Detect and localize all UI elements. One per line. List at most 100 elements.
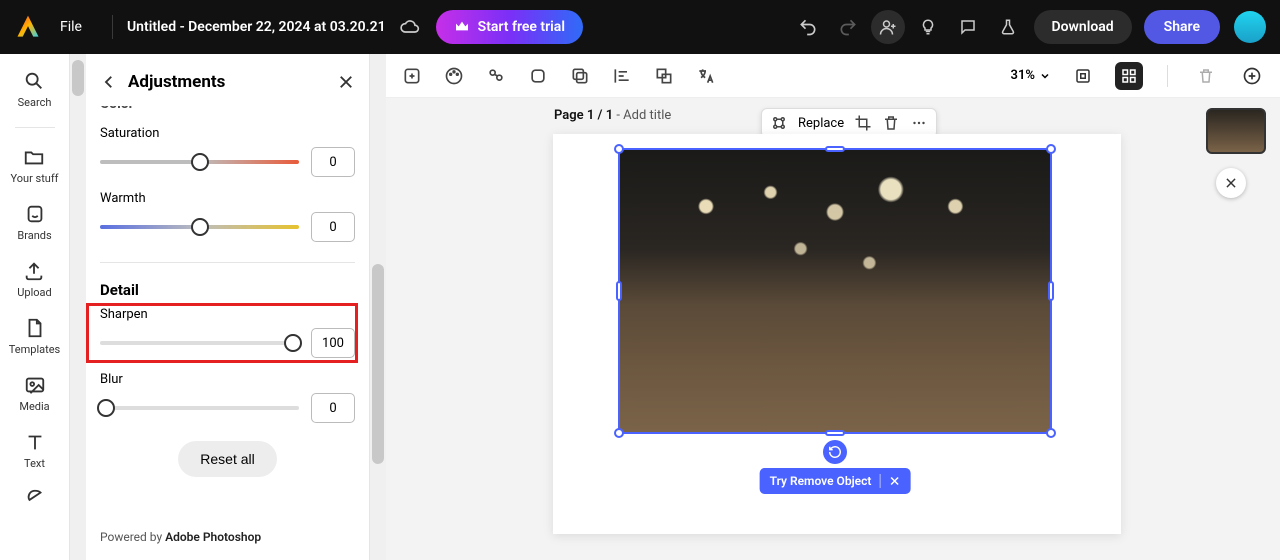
add-icon[interactable] — [1238, 62, 1266, 90]
rail-upload[interactable]: Upload — [17, 260, 51, 299]
lightbulb-icon[interactable] — [911, 10, 945, 44]
resize-handle[interactable] — [616, 281, 622, 301]
comment-icon[interactable] — [951, 10, 985, 44]
back-icon[interactable] — [100, 73, 118, 91]
canvas-toolbar: 31% — [386, 54, 1280, 98]
warmth-value[interactable]: 0 — [311, 212, 355, 242]
rotate-handle[interactable] — [823, 440, 847, 464]
templates-icon — [24, 317, 46, 339]
document-title[interactable]: Untitled - December 22, 2024 at 03.20.21 — [127, 19, 386, 35]
divider — [100, 262, 355, 263]
shadow-icon[interactable] — [568, 64, 592, 88]
blur-slider[interactable] — [100, 406, 299, 410]
user-avatar[interactable] — [1234, 11, 1266, 43]
topbar: File Untitled - December 22, 2024 at 03.… — [0, 0, 1280, 54]
warmth-slider[interactable] — [100, 225, 299, 229]
upload-icon — [23, 260, 45, 282]
add-page-icon[interactable] — [400, 64, 424, 88]
warmth-label: Warmth — [100, 191, 355, 206]
resize-handle[interactable] — [1046, 144, 1056, 154]
crop-icon[interactable] — [854, 114, 872, 132]
resize-handle[interactable] — [614, 144, 624, 154]
powered-by: Powered by Adobe Photoshop — [86, 514, 369, 560]
align-icon[interactable] — [610, 64, 634, 88]
rail-media[interactable]: Media — [19, 374, 49, 413]
file-menu[interactable]: File — [60, 19, 82, 35]
close-panel-icon[interactable] — [337, 73, 355, 91]
rail-yourstuff[interactable]: Your stuff — [10, 146, 58, 185]
rail-label: Templates — [9, 343, 60, 356]
scrollbar-thumb[interactable] — [72, 60, 84, 96]
canvas-stage[interactable]: Page 1 / 1 - Add title Replace — [386, 98, 1280, 560]
cloud-sync-icon[interactable] — [400, 17, 420, 37]
redo-button[interactable] — [831, 10, 865, 44]
adjustments-panel: Adjustments Color Saturation 0 Warmth 0 … — [86, 54, 370, 560]
start-free-trial-button[interactable]: Start free trial — [436, 10, 583, 44]
blur-value[interactable]: 0 — [311, 393, 355, 423]
resize-handle[interactable] — [1048, 281, 1054, 301]
slider-thumb[interactable] — [284, 334, 302, 352]
invite-button[interactable] — [871, 10, 905, 44]
resize-handle[interactable] — [614, 428, 624, 438]
sharpen-value[interactable]: 100 — [311, 328, 355, 358]
brands-icon — [24, 203, 46, 225]
group-icon[interactable] — [484, 64, 508, 88]
rail-text[interactable]: Text — [24, 431, 46, 470]
left-rail: Search Your stuff Brands Upload Template… — [0, 54, 70, 560]
crown-icon — [454, 19, 470, 35]
resize-handle[interactable] — [1046, 428, 1056, 438]
grid-view-icon[interactable] — [1115, 62, 1143, 90]
reset-all-button[interactable]: Reset all — [178, 441, 276, 477]
share-button[interactable]: Share — [1144, 10, 1220, 44]
color-palette-icon[interactable] — [442, 64, 466, 88]
sharpen-slider[interactable] — [100, 341, 299, 345]
rail-search[interactable]: Search — [18, 70, 52, 109]
rail-label: Media — [19, 400, 49, 413]
panel-scrollbar-left[interactable] — [70, 54, 86, 560]
fit-icon[interactable] — [1069, 62, 1097, 90]
beaker-icon[interactable] — [991, 10, 1025, 44]
saturation-value[interactable]: 0 — [311, 147, 355, 177]
download-button[interactable]: Download — [1034, 10, 1132, 44]
rail-label: Upload — [17, 286, 51, 299]
undo-button[interactable] — [791, 10, 825, 44]
color-section-title: Color — [100, 106, 355, 112]
delete-icon[interactable] — [1192, 62, 1220, 90]
text-icon — [24, 431, 46, 453]
slider-thumb[interactable] — [97, 399, 115, 417]
divider — [112, 15, 113, 39]
rail-shapes[interactable] — [24, 488, 46, 510]
saturation-label: Saturation — [100, 126, 355, 141]
translate-icon[interactable] — [694, 64, 718, 88]
delete-icon[interactable] — [882, 114, 900, 132]
slider-thumb[interactable] — [191, 153, 209, 171]
try-remove-object-button[interactable]: Try Remove Object — [760, 468, 911, 494]
blur-label: Blur — [100, 372, 355, 387]
rail-brands[interactable]: Brands — [17, 203, 51, 242]
rail-templates[interactable]: Templates — [9, 317, 60, 356]
saturation-slider[interactable] — [100, 160, 299, 164]
selected-image[interactable]: Try Remove Object — [618, 148, 1052, 434]
more-icon[interactable] — [910, 114, 928, 132]
resize-handle[interactable] — [825, 146, 845, 152]
panel-scrollbar-right[interactable] — [370, 54, 386, 560]
radius-icon[interactable] — [526, 64, 550, 88]
resize-handle[interactable] — [825, 430, 845, 436]
sharpen-label: Sharpen — [100, 307, 355, 322]
page-label[interactable]: Page 1 / 1 - Add title — [554, 108, 671, 123]
rail-label: Search — [18, 96, 52, 109]
rail-label: Text — [24, 457, 45, 470]
app-logo — [14, 13, 42, 41]
slider-thumb[interactable] — [191, 218, 209, 236]
divider — [1167, 65, 1168, 87]
folder-icon — [23, 146, 45, 168]
replace-button[interactable]: Replace — [798, 116, 844, 131]
scrollbar-thumb[interactable] — [372, 264, 384, 464]
ai-icon[interactable] — [770, 114, 788, 132]
zoom-dropdown[interactable]: 31% — [1011, 68, 1051, 83]
media-icon — [24, 374, 46, 396]
page-thumbnail[interactable] — [1206, 108, 1266, 154]
close-icon[interactable] — [888, 475, 900, 487]
close-thumbnails-button[interactable] — [1216, 168, 1246, 198]
layers-icon[interactable] — [652, 64, 676, 88]
